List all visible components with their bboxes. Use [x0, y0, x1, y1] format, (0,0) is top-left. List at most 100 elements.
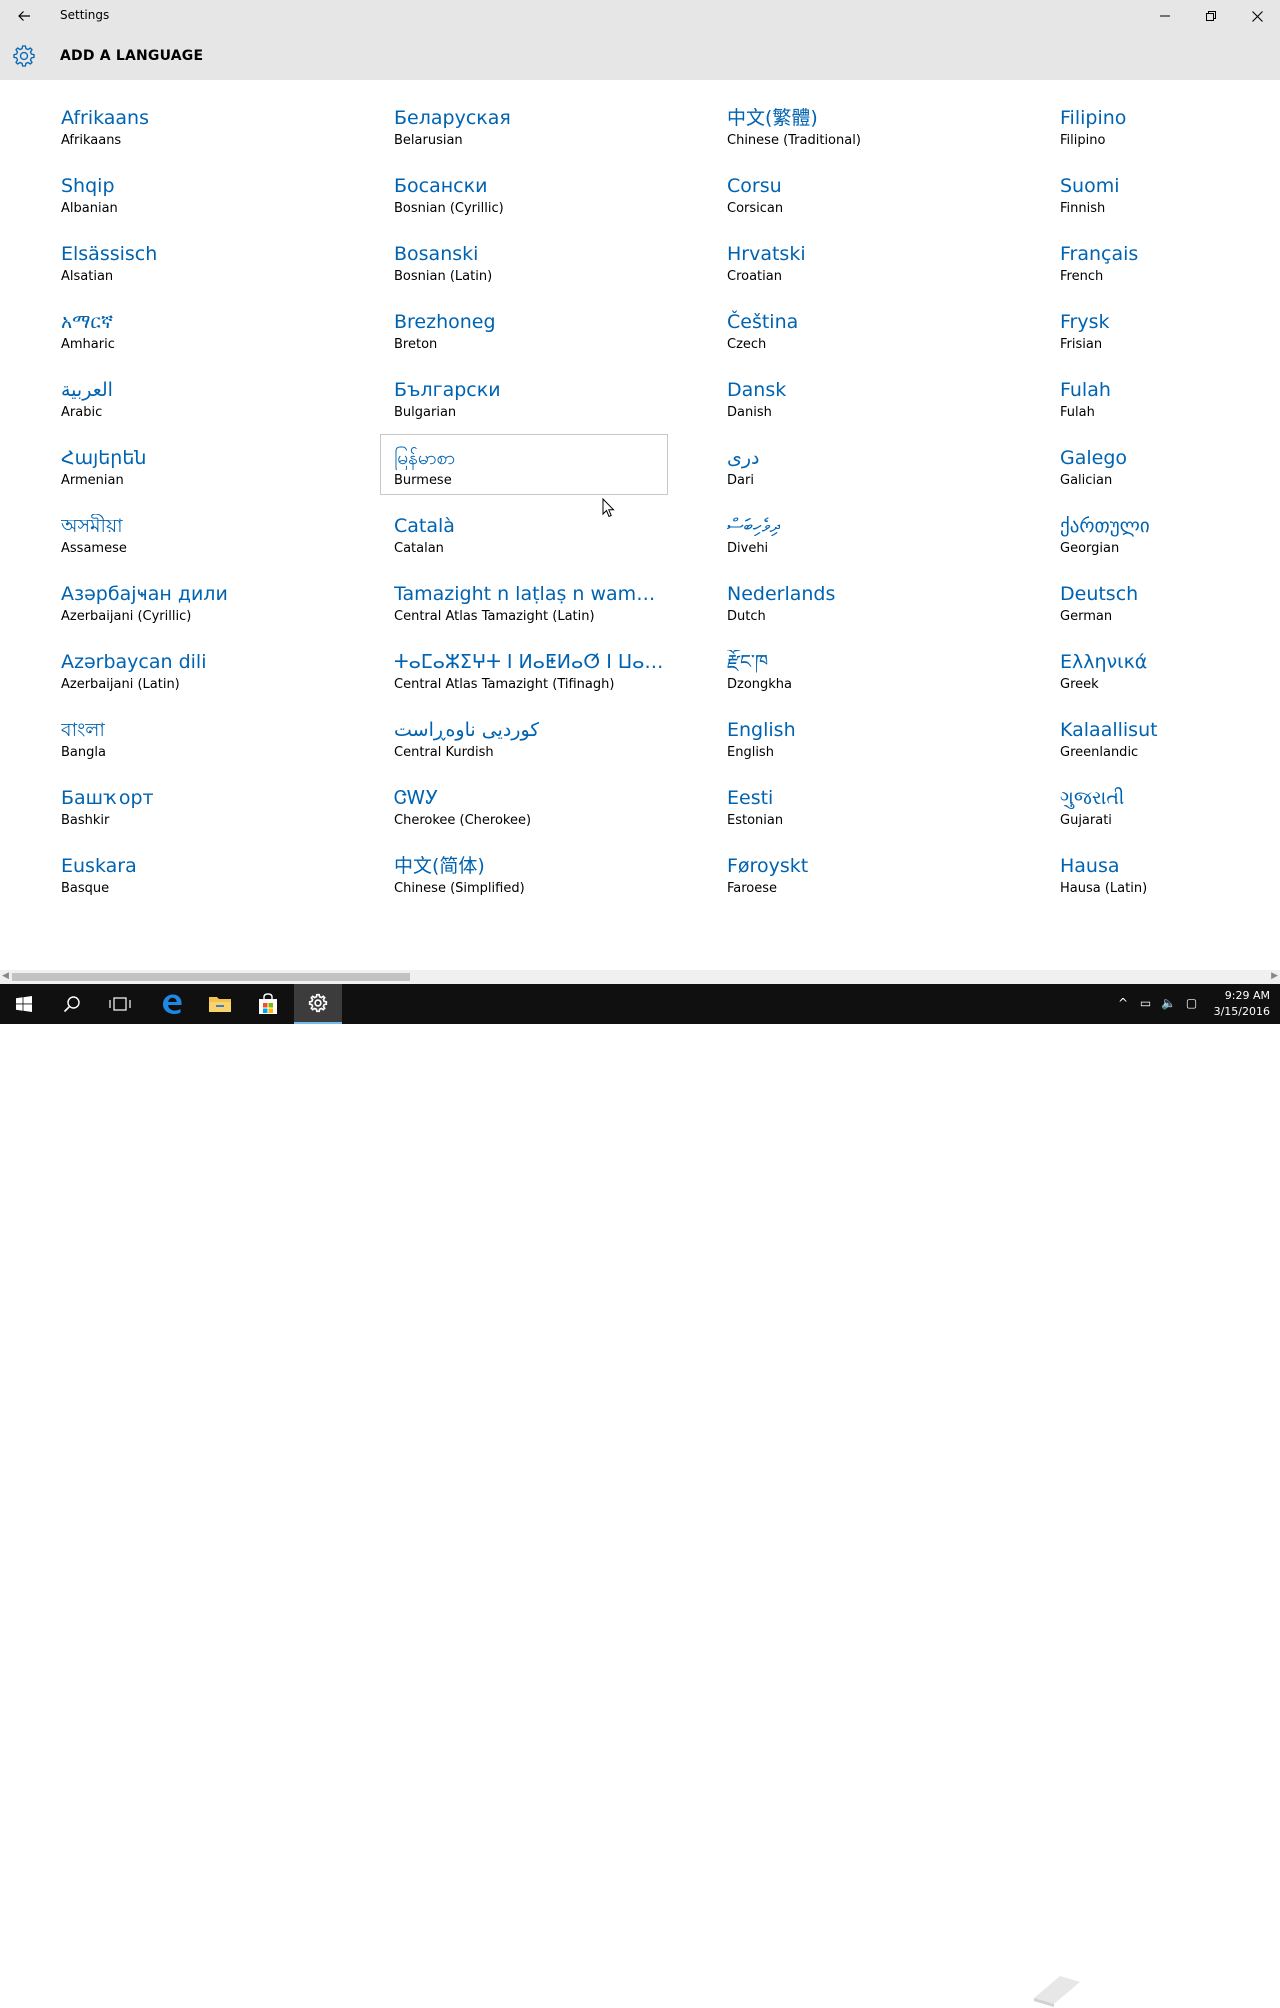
title-bar: Settings: [0, 0, 1280, 32]
language-item[interactable]: Հայերեն Armenian: [61, 442, 361, 510]
language-english-name: Arabic: [61, 405, 103, 420]
language-item[interactable]: Hausa Hausa (Latin): [1060, 850, 1280, 918]
language-native-name: Tamazight n laṭlaṣ n wammas: [394, 583, 666, 605]
close-button[interactable]: [1234, 0, 1280, 32]
language-item[interactable]: Hrvatski Croatian: [727, 238, 1027, 306]
language-item[interactable]: ગુજરાતી Gujarati: [1060, 782, 1280, 850]
language-item[interactable]: Deutsch German: [1060, 578, 1280, 646]
language-item[interactable]: ᏣᎳᎩ Cherokee (Cherokee): [394, 782, 694, 850]
scroll-left-icon[interactable]: ◀: [2, 971, 9, 981]
language-item[interactable]: کوردیی ناوەڕاست Central Kurdish: [394, 714, 694, 782]
language-native-name: ⵜⴰⵎⴰⵣⵉⵖⵜ ⵏ ⵍⴰⵟⵍⴰⵚ ⵏ ⵡⴰⵎⵎⴰⵙ: [394, 651, 666, 673]
language-item[interactable]: 中文(简体) Chinese (Simplified): [394, 850, 694, 918]
language-item[interactable]: درى Dari: [727, 442, 1027, 510]
language-native-name: Čeština: [727, 311, 799, 333]
language-item[interactable]: རྫོང་ཁ Dzongkha: [727, 646, 1027, 714]
language-item[interactable]: Elsässisch Alsatian: [61, 238, 361, 306]
language-item[interactable]: Galego Galician: [1060, 442, 1280, 510]
language-item[interactable]: Afrikaans Afrikaans: [61, 102, 361, 170]
language-item[interactable]: Shqip Albanian: [61, 170, 361, 238]
language-english-name: Breton: [394, 337, 438, 352]
language-item[interactable]: Fulah Fulah: [1060, 374, 1280, 442]
minimize-button[interactable]: [1142, 0, 1188, 32]
scrollbar-thumb[interactable]: [12, 973, 410, 981]
language-item[interactable]: ⵜⴰⵎⴰⵣⵉⵖⵜ ⵏ ⵍⴰⵟⵍⴰⵚ ⵏ ⵡⴰⵎⵎⴰⵙ Central Atlas …: [394, 646, 694, 714]
language-item[interactable]: Frysk Frisian: [1060, 306, 1280, 374]
system-tray[interactable]: ^ ▭ 🔈 ▢: [1118, 996, 1197, 1010]
language-item[interactable]: Français French: [1060, 238, 1280, 306]
language-item[interactable]: English English: [727, 714, 1027, 782]
language-item[interactable]: Azərbaycan dili Azerbaijani (Latin): [61, 646, 361, 714]
language-english-name: Georgian: [1060, 541, 1120, 556]
taskbar-clock[interactable]: 9:29 AM 3/15/2016: [1214, 988, 1270, 1020]
taskbar: The Collective Book ^ ▭ 🔈 ▢ 9:29 AM 3/15…: [0, 984, 1280, 2007]
language-item[interactable]: বাংলা Bangla: [61, 714, 361, 782]
language-item[interactable]: Dansk Danish: [727, 374, 1027, 442]
language-item[interactable]: Ελληνικά Greek: [1060, 646, 1280, 714]
language-item[interactable]: العربية Arabic: [61, 374, 361, 442]
language-item[interactable]: Босански Bosnian (Cyrillic): [394, 170, 694, 238]
language-english-name: Croatian: [727, 269, 782, 284]
language-item[interactable]: ދިވެހިބަސް Divehi: [727, 510, 1027, 578]
start-button[interactable]: [0, 984, 48, 1024]
language-english-name: French: [1060, 269, 1104, 284]
search-button[interactable]: [48, 984, 96, 1024]
horizontal-scrollbar[interactable]: ◀ ▶: [0, 970, 1280, 984]
language-item[interactable]: Български Bulgarian: [394, 374, 694, 442]
notification-icon[interactable]: ▢: [1186, 996, 1197, 1010]
language-english-name: Dari: [727, 473, 754, 488]
chevron-up-icon[interactable]: ^: [1118, 996, 1128, 1010]
language-item[interactable]: Bosanski Bosnian (Latin): [394, 238, 694, 306]
restore-button[interactable]: [1188, 0, 1234, 32]
clock-time: 9:29 AM: [1224, 989, 1270, 1002]
language-item[interactable]: অসমীয়া Assamese: [61, 510, 361, 578]
language-native-name: درى: [727, 447, 760, 469]
volume-icon[interactable]: 🔈: [1161, 996, 1176, 1010]
language-item[interactable]: Tamazight n laṭlaṣ n wammas Central Atlas…: [394, 578, 694, 646]
watermark-text: The Collective Book: [1092, 1972, 1265, 1992]
task-view-icon: [109, 997, 131, 1011]
language-item[interactable]: Filipino Filipino: [1060, 102, 1280, 170]
language-item[interactable]: Азәрбајҹан дили Azerbaijani (Cyrillic): [61, 578, 361, 646]
language-item[interactable]: Català Catalan: [394, 510, 694, 578]
language-english-name: Dzongkha: [727, 677, 793, 692]
task-view-button[interactable]: [96, 984, 144, 1024]
network-icon[interactable]: ▭: [1140, 996, 1151, 1010]
language-item[interactable]: မြန်မာစာ Burmese: [380, 434, 694, 510]
language-item[interactable]: Euskara Basque: [61, 850, 361, 918]
settings-taskbar-button[interactable]: [294, 984, 342, 1024]
edge-taskbar-button[interactable]: [148, 984, 196, 1024]
store-taskbar-button[interactable]: [244, 984, 292, 1024]
language-item[interactable]: Føroyskt Faroese: [727, 850, 1027, 918]
language-item[interactable]: Corsu Corsican: [727, 170, 1027, 238]
back-button[interactable]: [0, 0, 48, 32]
settings-icon: [308, 993, 328, 1013]
language-item[interactable]: Brezhoneg Breton: [394, 306, 694, 374]
language-english-name: Corsican: [727, 201, 784, 216]
language-english-name: German: [1060, 609, 1113, 624]
search-icon: [63, 996, 80, 1013]
language-item[interactable]: Kalaallisut Greenlandic: [1060, 714, 1280, 782]
language-item[interactable]: Suomi Finnish: [1060, 170, 1280, 238]
language-native-name: Հայերեն: [61, 447, 147, 469]
language-english-name: Filipino: [1060, 133, 1106, 148]
language-item[interactable]: Беларуская Belarusian: [394, 102, 694, 170]
language-native-name: Ελληνικά: [1060, 651, 1148, 673]
language-english-name: Assamese: [61, 541, 127, 556]
file-explorer-taskbar-button[interactable]: [196, 984, 244, 1024]
language-item[interactable]: አማርኛ Amharic: [61, 306, 361, 374]
language-item[interactable]: Čeština Czech: [727, 306, 1027, 374]
language-native-name: Български: [394, 379, 501, 401]
language-item[interactable]: ქართული Georgian: [1060, 510, 1280, 578]
language-item[interactable]: 中文(繁體) Chinese (Traditional): [727, 102, 1027, 170]
scroll-right-icon[interactable]: ▶: [1271, 971, 1278, 981]
language-item[interactable]: Башҡорт Bashkir: [61, 782, 361, 850]
language-english-name: Fulah: [1060, 405, 1095, 420]
language-english-name: Alsatian: [61, 269, 114, 284]
language-native-name: ᏣᎳᎩ: [394, 787, 439, 809]
language-native-name: ދިވެހިބަސް: [727, 515, 781, 537]
language-item[interactable]: Eesti Estonian: [727, 782, 1027, 850]
language-native-name: Brezhoneg: [394, 311, 496, 333]
language-item[interactable]: Nederlands Dutch: [727, 578, 1027, 646]
language-english-name: Frisian: [1060, 337, 1103, 352]
